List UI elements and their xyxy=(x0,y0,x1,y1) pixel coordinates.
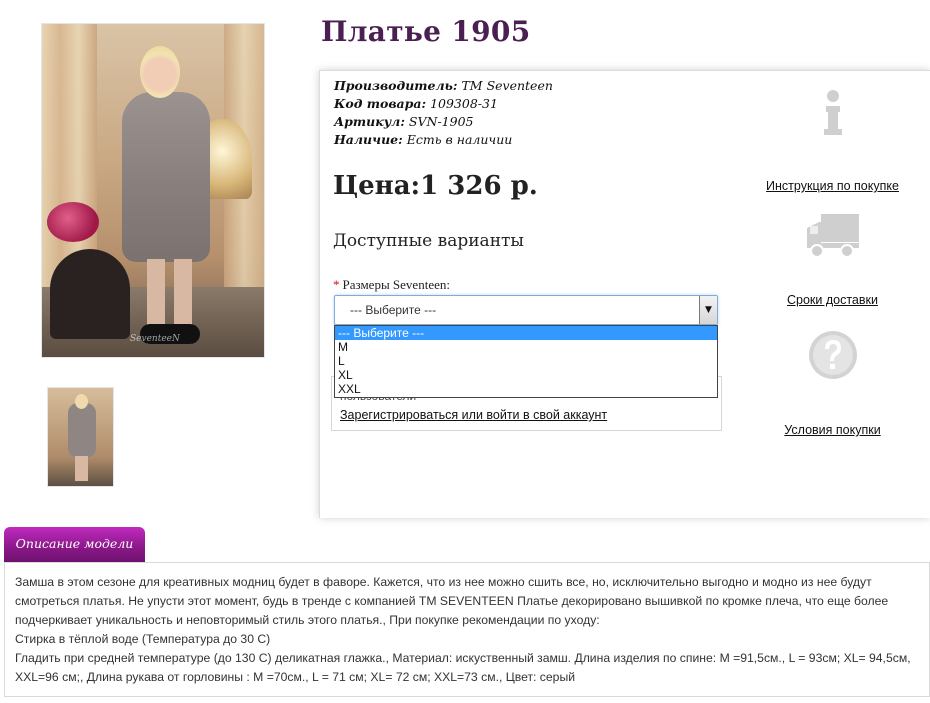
product-price: Цена:1 326 р. xyxy=(333,171,538,201)
terms-link[interactable]: Условия покупки xyxy=(784,423,880,437)
description-line: Замша в этом сезоне для креативных модни… xyxy=(15,575,872,589)
code-label: Код товара: xyxy=(334,96,427,111)
size-option[interactable]: XXL xyxy=(335,382,717,396)
description-text: Замша в этом сезоне для креативных модни… xyxy=(15,573,921,687)
size-label: * Размеры Seventeen: xyxy=(333,277,450,293)
code-value: 109308-31 xyxy=(430,96,498,111)
tab-description[interactable]: Описание модели xyxy=(4,527,145,562)
article-value: SVN-1905 xyxy=(408,114,474,129)
question-icon xyxy=(808,331,857,379)
instruction-block: Инструкция по покупке xyxy=(750,89,915,194)
manufacturer-label: Производитель: xyxy=(334,78,458,93)
product-main-photo[interactable]: SeventeeN xyxy=(41,23,265,358)
manufacturer-row: Производитель: TM Seventeen xyxy=(334,77,553,95)
delivery-block: Сроки доставки xyxy=(750,211,915,308)
delivery-link[interactable]: Сроки доставки xyxy=(787,293,878,307)
photo-watermark: SeventeeN xyxy=(130,334,180,344)
size-option[interactable]: M xyxy=(335,340,717,354)
info-icon xyxy=(823,90,842,135)
register-link[interactable]: Зарегистрироваться или войти в свой акка… xyxy=(340,408,607,422)
instruction-link[interactable]: Инструкция по покупке xyxy=(766,179,899,193)
description-line: подчеркивает уникальность и неповторимый… xyxy=(15,613,600,627)
manufacturer-value: TM Seventeen xyxy=(461,78,553,93)
size-select-value: --- Выберите --- xyxy=(350,303,437,317)
description-box: Замша в этом сезоне для креативных модни… xyxy=(4,562,930,697)
code-row: Код товара: 109308-31 xyxy=(334,95,553,113)
variants-title: Доступные варианты xyxy=(333,231,524,251)
photo-model-head xyxy=(140,46,180,98)
thumb-head xyxy=(75,394,88,409)
size-option[interactable]: L xyxy=(335,354,717,368)
terms-block: Условия покупки xyxy=(750,329,915,438)
photo-model-dress xyxy=(122,92,210,262)
size-dropdown-list: --- Выберите --- M L XL XXL xyxy=(334,325,718,398)
product-title: Платье 1905 xyxy=(321,15,531,48)
article-label: Артикул: xyxy=(334,114,405,129)
truck-icon xyxy=(806,214,859,258)
size-label-text: Размеры Seventeen: xyxy=(342,277,450,292)
size-option[interactable]: --- Выберите --- xyxy=(335,326,717,340)
availability-row: Наличие: Есть в наличии xyxy=(334,131,553,149)
thumb-legs xyxy=(75,456,88,481)
photo-flowers xyxy=(47,202,99,242)
product-thumbnail[interactable] xyxy=(47,387,114,487)
availability-value: Есть в наличии xyxy=(406,132,513,147)
product-meta: Производитель: TM Seventeen Код товара: … xyxy=(334,77,553,149)
size-select[interactable]: --- Выберите --- ▼ xyxy=(334,295,718,325)
description-line: Гладить при средней температуре (до 130 … xyxy=(15,651,911,665)
description-line: XXL=96 см;, Длина рукава от горловины : … xyxy=(15,670,576,684)
description-line: Стирка в тёплой воде (Температура до 30 … xyxy=(15,632,271,646)
product-info-panel: Производитель: TM Seventeen Код товара: … xyxy=(319,70,930,518)
size-option[interactable]: XL xyxy=(335,368,717,382)
description-line: смотреться платья. Не упусти этот момент… xyxy=(15,594,889,608)
required-mark: * xyxy=(333,277,340,292)
photo-table xyxy=(50,249,130,339)
availability-label: Наличие: xyxy=(334,132,403,147)
chevron-down-icon[interactable]: ▼ xyxy=(699,296,717,324)
article-row: Артикул: SVN-1905 xyxy=(334,113,553,131)
thumb-dress xyxy=(68,403,96,458)
